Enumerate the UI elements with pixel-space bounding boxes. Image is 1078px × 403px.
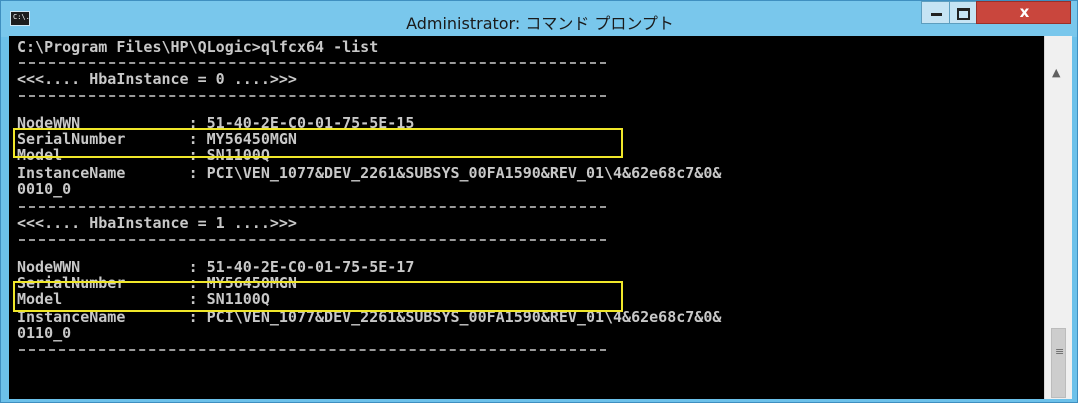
instance-name-line: InstanceName : PCI\VEN_1077&DEV_2261&SUB… (17, 164, 722, 182)
scroll-up-arrow-icon[interactable]: ▲ (1052, 66, 1060, 79)
title-bar[interactable]: C:\. Administrator: コマンド プロンプト x (1, 1, 1077, 37)
console-output[interactable]: C:\Program Files\HP\QLogic>qlfcx64 -list… (9, 36, 1044, 399)
window-title: Administrator: コマンド プロンプト (406, 14, 674, 33)
scrollbar-thumb[interactable]: ≡ (1051, 328, 1066, 398)
vertical-scrollbar[interactable]: ▲ ≡ (1044, 36, 1072, 399)
close-button[interactable]: x (976, 1, 1071, 24)
separator-line (19, 206, 606, 208)
close-icon: x (1019, 3, 1030, 21)
node-wwn-highlight-box (13, 128, 623, 158)
instance-name-continuation: 0010_0 (17, 180, 72, 198)
hba-instance-header: <<<.... HbaInstance = 0 ....>>> (17, 70, 297, 88)
command-prompt-window[interactable]: C:\. Administrator: コマンド プロンプト x C:\Prog… (0, 0, 1078, 403)
separator-line (19, 349, 606, 351)
command-line: C:\Program Files\HP\QLogic>qlfcx64 -list (17, 38, 379, 56)
maximize-icon (957, 8, 970, 20)
instance-name-continuation: 0110_0 (17, 324, 72, 342)
grip-icon: ≡ (1055, 345, 1065, 358)
maximize-button[interactable] (949, 1, 977, 24)
node-wwn-highlight-box (13, 281, 623, 312)
separator-line (19, 62, 606, 64)
minimize-button[interactable] (921, 1, 950, 24)
separator-line (19, 95, 606, 97)
separator-line (19, 239, 606, 241)
hba-instance-header: <<<.... HbaInstance = 1 ....>>> (17, 214, 297, 232)
minimize-icon (931, 13, 942, 16)
